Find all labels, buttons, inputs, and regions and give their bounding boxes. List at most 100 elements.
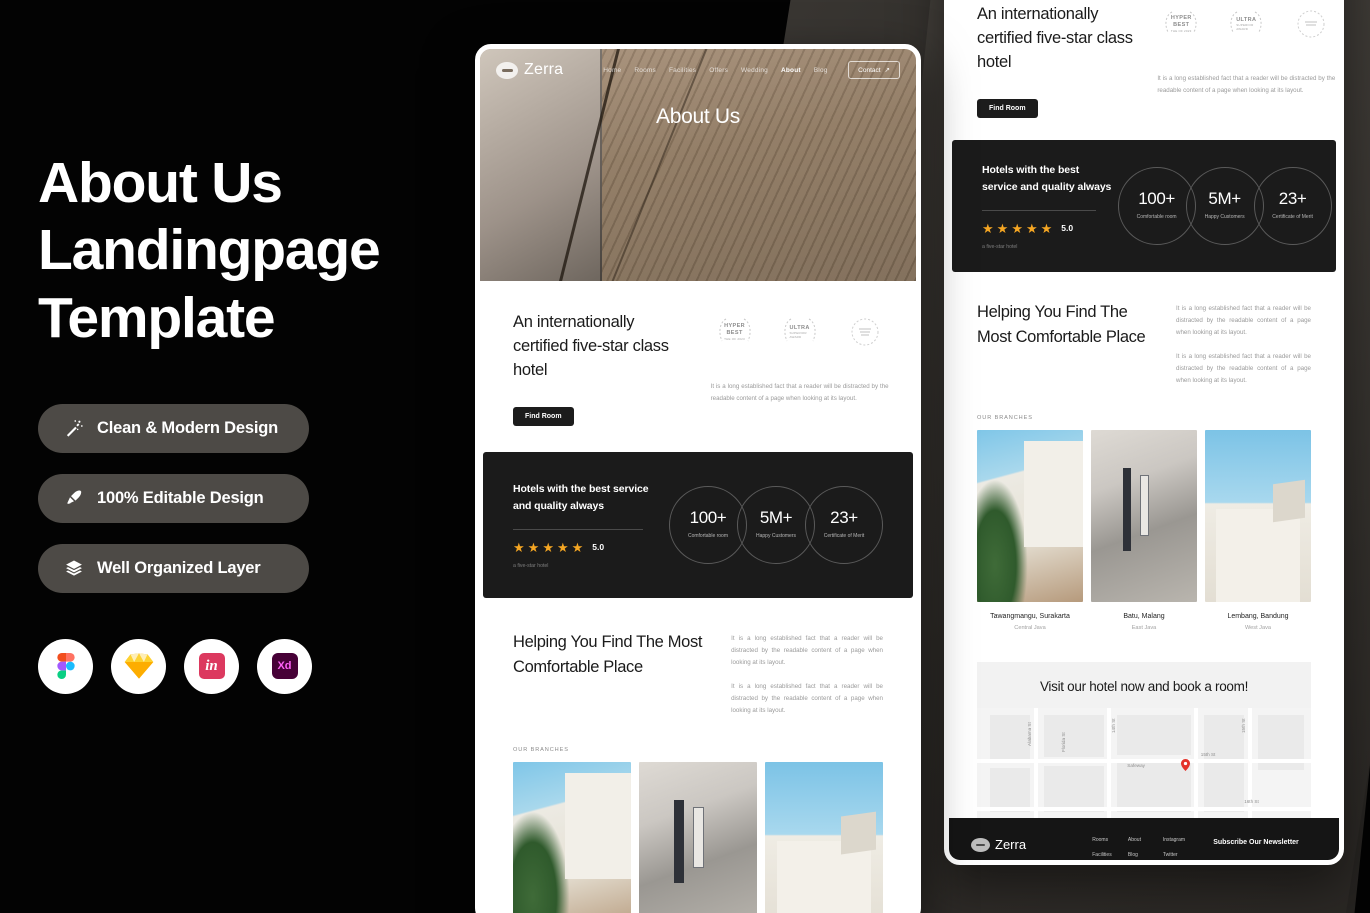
stat-circle-rooms: 100+ Comfortable room [669, 485, 747, 564]
star-icon: ★ [1025, 220, 1038, 236]
certified-section-secondary: An internationally certified five-star c… [949, 0, 1339, 140]
stat-value: 5M+ [759, 508, 793, 528]
stat-circle-customers: 5M+ Happy Customers [737, 485, 815, 564]
award-badge-generic [1287, 7, 1335, 41]
contact-button-label: Contact [858, 66, 881, 74]
award-badge-hyper-best: HYPER BEST THE OF 2023 [711, 315, 759, 349]
rating-subtitle: a five-star hotel [982, 243, 1018, 250]
brand-logo-icon [971, 837, 990, 852]
pen-nib-icon [64, 488, 84, 508]
find-room-button[interactable]: Find Room [977, 98, 1038, 118]
star-icon: ★ [1011, 220, 1023, 236]
map-canvas[interactable]: Alabama St Florida St 14th St 15th St 15… [977, 708, 1311, 819]
stats-heading: Hotels with the best service and quality… [513, 482, 649, 512]
branch-photo [639, 762, 757, 913]
nav-link-list: Home Rooms Facilities Offers Wedding Abo… [603, 67, 838, 74]
feature-pill-organized-layer: Well Organized Layer [38, 543, 309, 593]
branches-label: OUR BRANCHES [513, 747, 569, 754]
star-icon: ★ [527, 539, 540, 555]
map-street-label: 14th St [1110, 717, 1116, 733]
stat-circle-list: 100+ Comfortable room 5M+ Happy Customers … [1117, 166, 1332, 245]
branch-card[interactable]: Tawangmangu, Surakarta Central Java [977, 430, 1083, 631]
nav-item-wedding[interactable]: Wedding [741, 67, 768, 74]
brand-logo[interactable]: Zerra [496, 61, 563, 79]
branch-card-list-primary: Tawangmangu, Surakarta Central Java Batu… [480, 762, 916, 913]
nav-item-blog[interactable]: Blog [814, 67, 828, 74]
star-icon: ★ [556, 539, 569, 555]
certified-heading: An internationally certified five-star c… [977, 5, 1133, 71]
nav-item-offers[interactable]: Offers [709, 67, 728, 74]
branch-card[interactable]: Batu, Malang East Java [639, 762, 757, 913]
map-title: Visit our hotel now and book a room! [1039, 679, 1249, 695]
stat-label: Comfortable room [687, 533, 728, 540]
stat-value: 23+ [830, 508, 858, 528]
footer-link[interactable]: Instagram [1163, 837, 1185, 843]
helping-section-primary: Helping You Find The Most Comfortable Pl… [480, 598, 916, 738]
branch-card[interactable]: Tawangmangu, Surakarta Central Java [513, 762, 631, 913]
nav-item-home[interactable]: Home [603, 67, 621, 74]
map-street-label: 16th St [1244, 798, 1259, 804]
branch-card[interactable]: Lembang, Bandung West Java [765, 762, 883, 913]
arrow-up-right-icon: ↗ [884, 67, 890, 74]
contact-button[interactable]: Contact ↗ [848, 61, 900, 79]
find-room-button[interactable]: Find Room [513, 406, 574, 426]
stat-circle: 100+ Comfortable room [1117, 166, 1196, 245]
sketch-icon [111, 638, 166, 694]
stats-band-primary: Hotels with the best service and quality… [483, 451, 913, 598]
mockup-screen-primary: Zerra Home Rooms Facilities Offers Weddi… [475, 44, 921, 913]
star-icon: ★ [996, 220, 1009, 236]
site-footer: Zerra 2650 Massachusetts Ave NW, Washing… [949, 818, 1339, 865]
nav-item-rooms[interactable]: Rooms [634, 67, 656, 74]
rating-subtitle: a five-star hotel [513, 562, 549, 569]
footer-address: 2650 Massachusetts Ave NW, Washington DC… [971, 861, 1070, 865]
hero-image-primary: Zerra Home Rooms Facilities Offers Weddi… [480, 49, 916, 281]
footer-link[interactable]: Facilities [1092, 852, 1112, 858]
invision-icon: in [184, 638, 239, 694]
helping-paragraph: It is a long established fact that a rea… [1176, 353, 1311, 385]
feature-pill-list: Clean & Modern Design 100% Editable Desi… [38, 403, 458, 593]
footer-link[interactable]: Rooms [1092, 837, 1112, 843]
helping-paragraph: It is a long established fact that a rea… [731, 683, 883, 715]
branch-photo [513, 762, 631, 913]
branch-card-list-secondary: Tawangmangu, Surakarta Central Java Batu,… [949, 430, 1339, 631]
branch-card[interactable]: Batu, Malang East Java [1091, 430, 1197, 631]
branch-card[interactable]: Lembang, Bandung West Java [1205, 430, 1311, 631]
stat-circle: 5M+ Happy Customers [1185, 166, 1264, 245]
brand-logo-icon [496, 61, 518, 79]
star-rating: ★ ★ ★ ★ ★ 5.0 [513, 541, 661, 554]
promo-column: About Us Landingpage Template Clean & Mo… [38, 150, 458, 694]
star-icon: ★ [571, 539, 584, 555]
branch-photo [1205, 430, 1311, 603]
award-badge-generic [841, 315, 889, 349]
nav-item-facilities[interactable]: Facilities [669, 67, 696, 74]
star-icon: ★ [513, 539, 525, 555]
mockup-screen-secondary: An internationally certified five-star c… [944, 0, 1344, 865]
brand-name: Zerra [524, 61, 564, 78]
footer-link[interactable]: About [1128, 837, 1147, 843]
helping-paragraph: It is a long established fact that a rea… [1176, 304, 1311, 336]
magic-wand-icon [64, 418, 84, 438]
stats-band-secondary: Hotels with the best service and quality… [952, 139, 1336, 272]
rating-value: 5.0 [592, 542, 605, 553]
certified-section-primary: An internationally certified five-star c… [480, 281, 916, 452]
branches-label: OUR BRANCHES [977, 415, 1033, 422]
map-street-label: Alabama St [1027, 721, 1033, 746]
map-poi-label: Safeway [1127, 763, 1145, 769]
footer-brand-name: Zerra [995, 837, 1027, 853]
app-icon-list: in Xd [38, 638, 458, 694]
star-icon: ★ [1040, 220, 1053, 236]
helping-paragraph: It is a long established fact that a rea… [731, 634, 883, 666]
map-street-label: Florida St [1060, 732, 1066, 753]
nav-item-about[interactable]: About [781, 67, 801, 74]
stat-circle-list: 100+ Comfortable room 5M+ Happy Customer… [669, 485, 883, 564]
stat-circle: 23+ Certificate of Merit [1253, 166, 1332, 245]
figma-icon [38, 638, 93, 694]
footer-link[interactable]: Blog [1128, 852, 1147, 858]
branch-photo [1091, 430, 1197, 603]
map-section-secondary: Visit our hotel now and book a room! Ala… [977, 662, 1311, 819]
footer-link[interactable]: Twitter [1163, 852, 1185, 858]
star-icon: ★ [982, 220, 994, 236]
map-pin-icon[interactable] [1180, 758, 1190, 771]
footer-link-column-3: Instagram Twitter YouTube TikTok [1163, 837, 1185, 860]
feature-pill-label: Clean & Modern Design [97, 418, 278, 437]
